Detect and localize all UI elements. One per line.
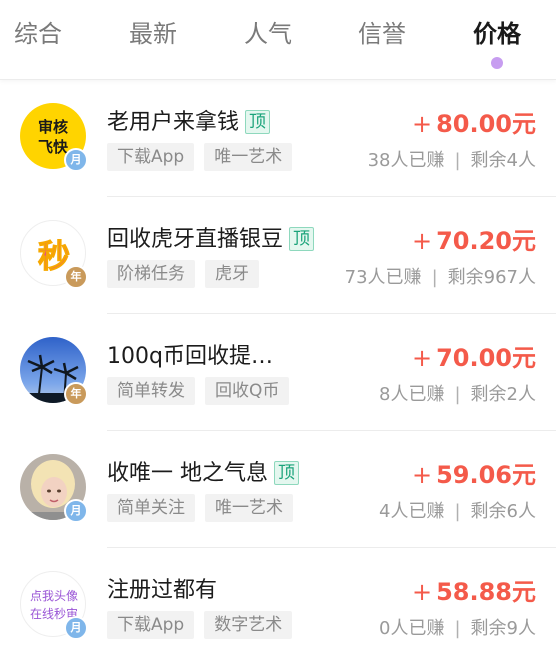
tab-popularity[interactable]: 人气 <box>218 14 318 54</box>
tab-price[interactable]: 价格 <box>447 14 547 54</box>
membership-badge: 年 <box>64 265 88 289</box>
task-tags: 简单关注 唯一艺术 <box>107 494 303 522</box>
tab-comprehensive[interactable]: 综合 <box>0 14 88 54</box>
reward-price: +70.20元 <box>411 227 536 255</box>
avatar-text-line1: 点我头像 <box>30 589 78 603</box>
task-tag: 阶梯任务 <box>107 260 195 288</box>
task-tag: 唯一艺术 <box>205 494 293 522</box>
task-tag: 唯一艺术 <box>204 143 293 171</box>
task-tag: 下载App <box>107 611 195 639</box>
avatar-text-line2: 飞快 <box>38 138 69 156</box>
membership-badge: 月 <box>64 148 88 172</box>
task-stats: 38人已赚 | 剩余4人 <box>367 150 536 171</box>
task-stats: 0人已赚 | 剩余9人 <box>379 618 536 639</box>
task-item[interactable]: 审核 飞快 月 老用户来拿钱顶 下载App 唯一艺术 +80.00元 38人已赚 |… <box>0 80 556 197</box>
task-title: 老用户来拿钱顶 <box>107 104 271 136</box>
sort-tab-bar: 综合 最新 人气 信誉 价格 <box>0 0 556 80</box>
task-stats: 4人已赚 | 剩余6人 <box>379 501 536 522</box>
task-title: 收唯一 地之气息顶 <box>107 455 299 487</box>
task-item[interactable]: 秒 年 回收虎牙直播银豆顶 阶梯任务 虎牙 +70.20元 73人已赚 | 剩余967… <box>0 197 556 314</box>
task-tag: 简单关注 <box>107 494 195 522</box>
task-title: 100q币回收提… <box>107 344 273 369</box>
task-tag: 虎牙 <box>205 260 259 288</box>
active-tab-indicator <box>491 57 503 69</box>
reward-price: +58.88元 <box>411 578 536 606</box>
membership-badge: 月 <box>64 616 88 640</box>
reward-price: +70.00元 <box>411 344 536 372</box>
reward-price: +80.00元 <box>411 110 536 138</box>
task-tags: 简单转发 回收Q币 <box>107 377 299 405</box>
tab-reputation[interactable]: 信誉 <box>332 14 432 54</box>
task-tag: 下载App <box>107 143 195 171</box>
task-title: 注册过都有 <box>107 578 218 603</box>
task-tag: 数字艺术 <box>204 611 293 639</box>
avatar-text-line1: 审核 <box>38 118 68 136</box>
pinned-tag: 顶 <box>274 461 299 485</box>
tab-newest[interactable]: 最新 <box>103 14 203 54</box>
task-tag: 回收Q币 <box>205 377 290 405</box>
task-tag: 简单转发 <box>107 377 195 405</box>
task-stats: 8人已赚 | 剩余2人 <box>379 384 536 405</box>
membership-badge: 月 <box>64 499 88 523</box>
task-item[interactable]: 年 100q币回收提… 简单转发 回收Q币 +70.00元 8人已赚 | 剩余2人 <box>0 314 556 431</box>
task-item[interactable]: 点我头像 在线秒审 月 注册过都有 下载App 数字艺术 +58.88元 0人已赚… <box>0 548 556 650</box>
task-tags: 下载App 数字艺术 <box>107 611 302 639</box>
task-tags: 下载App 唯一艺术 <box>107 143 302 171</box>
task-tags: 阶梯任务 虎牙 <box>107 260 269 288</box>
membership-badge: 年 <box>64 382 88 406</box>
reward-price: +59.06元 <box>411 461 536 489</box>
pinned-tag: 顶 <box>245 110 271 134</box>
task-item[interactable]: 月 收唯一 地之气息顶 简单关注 唯一艺术 +59.06元 4人已赚 | 剩余6人 <box>0 431 556 548</box>
task-stats: 73人已赚 | 剩余967人 <box>344 267 536 288</box>
task-title: 回收虎牙直播银豆顶 <box>107 221 315 253</box>
pinned-tag: 顶 <box>289 227 315 251</box>
